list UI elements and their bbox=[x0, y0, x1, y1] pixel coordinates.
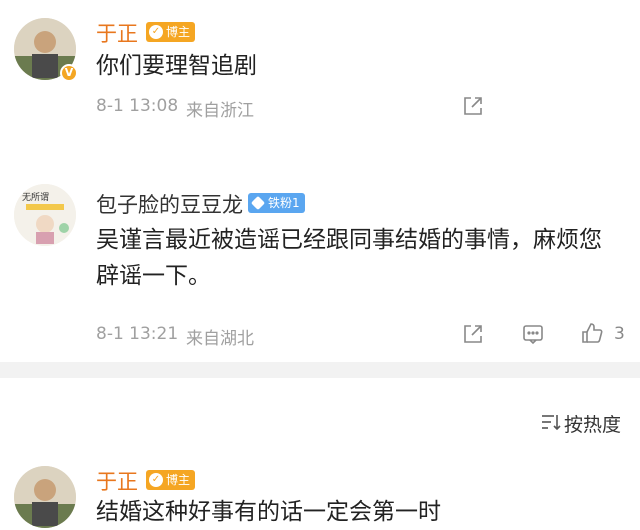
divider bbox=[0, 140, 640, 166]
author-badge: ✓ 博主 bbox=[146, 470, 196, 490]
comment-author-name[interactable]: 于正 bbox=[96, 466, 138, 496]
share-icon[interactable] bbox=[462, 323, 484, 349]
comment-text-line1: 吴谨言最近被造谣已经跟同事结婚的事情，麻烦您 bbox=[96, 227, 602, 253]
comment-item: V 于正 ✓ 博主 你们要理智追剧 8-1 13:08 来自浙江 bbox=[0, 0, 640, 140]
comment-time: 8-1 13:08 bbox=[96, 96, 179, 116]
author-badge: ✓ 博主 bbox=[146, 22, 196, 42]
comment-author-name[interactable]: 于正 bbox=[96, 18, 138, 48]
sort-icon[interactable] bbox=[540, 412, 562, 436]
badge-label: 博主 bbox=[166, 25, 191, 39]
comment-icon[interactable] bbox=[522, 323, 544, 349]
like-count: 3 bbox=[614, 324, 625, 344]
comment-item: 于正 ✓ 博主 结婚这种好事有的话一定会第一时 bbox=[0, 458, 640, 528]
like-icon[interactable] bbox=[580, 321, 604, 349]
badge-icon: ✓ bbox=[149, 473, 163, 487]
fan-badge: 铁粉1 bbox=[248, 193, 305, 213]
sort-button[interactable]: 按热度 bbox=[564, 410, 621, 437]
avatar[interactable]: 无所谓 bbox=[14, 184, 76, 246]
badge-icon: ✓ bbox=[149, 25, 163, 39]
comment-time: 8-1 13:21 bbox=[96, 324, 179, 344]
svg-text:无所谓: 无所谓 bbox=[22, 192, 49, 203]
sort-bar: 按热度 bbox=[0, 378, 640, 458]
comment-text-line2: 辟谣一下。 bbox=[96, 263, 211, 289]
comment-text: 你们要理智追剧 bbox=[96, 53, 257, 79]
avatar[interactable] bbox=[14, 466, 76, 528]
section-divider bbox=[0, 362, 640, 378]
diamond-icon bbox=[250, 195, 266, 211]
share-icon[interactable] bbox=[462, 95, 484, 121]
badge-label: 博主 bbox=[166, 473, 191, 487]
comment-author-name[interactable]: 包子脸的豆豆龙 bbox=[96, 189, 243, 219]
badge-label: 铁粉1 bbox=[268, 196, 300, 210]
comment-location: 来自湖北 bbox=[186, 329, 254, 349]
comment-item: 无所谓 包子脸的豆豆龙 铁粉1 吴谨言最近被造谣已经跟同事结婚的事情，麻烦您 辟… bbox=[0, 166, 640, 362]
comment-location: 来自浙江 bbox=[186, 101, 254, 121]
verified-icon: V bbox=[60, 64, 78, 82]
comment-text: 结婚这种好事有的话一定会第一时 bbox=[96, 499, 441, 525]
